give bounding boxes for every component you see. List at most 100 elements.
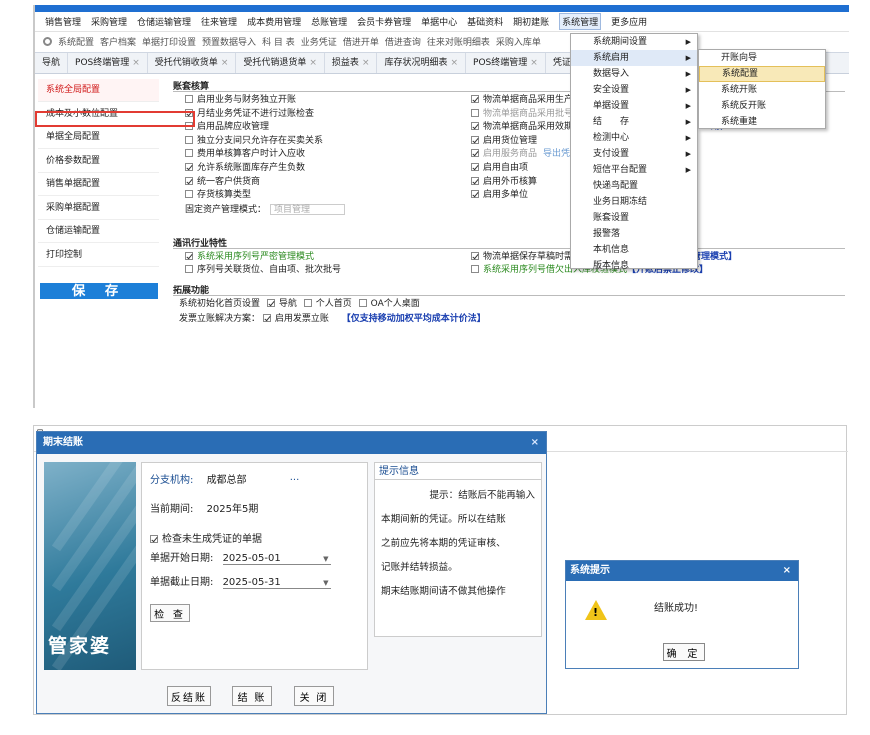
menu-11[interactable]: 更多应用 (611, 15, 647, 28)
menu-4[interactable]: 成本费用管理 (247, 15, 301, 28)
submenu-item[interactable]: 系统开账 (699, 82, 825, 98)
setting-checkbox[interactable] (185, 176, 193, 185)
menu-item[interactable]: 安全设置 ▶ (571, 82, 697, 98)
toolbar-item[interactable]: 系统配置 (58, 35, 94, 48)
setting-checkbox[interactable] (471, 190, 479, 199)
setting-checkbox[interactable] (471, 135, 479, 144)
chevron-down-icon[interactable]: ▼ (323, 579, 328, 587)
submenu-item[interactable]: 系统重建 (699, 114, 825, 130)
invoice-checkbox[interactable] (262, 314, 271, 322)
start-date-input[interactable]: 2025-05-01 ▼ (222, 553, 331, 565)
menu-item[interactable]: 短信平台配置 ▶ (571, 162, 697, 178)
tab-1[interactable]: POS终端管理 × (68, 53, 148, 73)
nav-item[interactable]: 销售单据配置 (38, 173, 159, 196)
check-unvouchered-checkbox[interactable] (150, 535, 158, 543)
menu-item[interactable]: 本机信息 (571, 242, 697, 258)
close-icon[interactable]: × (531, 432, 539, 454)
nav-item[interactable]: 采购单据配置 (38, 197, 159, 220)
tab-5[interactable]: 库存状况明细表 × (377, 53, 467, 73)
setting-checkbox[interactable] (185, 135, 193, 144)
toolbar-item[interactable]: 客户档案 (100, 35, 136, 48)
tab-2[interactable]: 受托代销收货单 × (148, 53, 237, 73)
submenu-item[interactable]: 系统配置 (699, 66, 825, 82)
menu-5[interactable]: 总账管理 (311, 15, 347, 28)
serial-strict-checkbox[interactable] (185, 252, 193, 260)
end-date-input[interactable]: 2025-05-31 ▼ (222, 577, 331, 589)
check-button[interactable]: 检 查 (150, 604, 190, 622)
menu-item[interactable]: 检测中心 ▶ (571, 130, 697, 146)
tab-4[interactable]: 损益表 × (325, 53, 378, 73)
serial-link-checkbox[interactable] (185, 265, 193, 273)
menu-3[interactable]: 往来管理 (201, 15, 237, 28)
menu-item[interactable]: 业务日期冻结 (571, 194, 697, 210)
nav-item[interactable]: 仓储运输配置 (38, 220, 159, 243)
menu-item[interactable]: 单据设置 ▶ (571, 98, 697, 114)
nav-item[interactable]: 单据全局配置 (38, 126, 159, 149)
setting-checkbox[interactable] (471, 122, 479, 131)
setting-checkbox[interactable] (185, 162, 193, 171)
exit-button[interactable]: 关 闭 (294, 686, 334, 706)
close-icon[interactable]: × (362, 58, 370, 68)
menu-item[interactable]: 账套设置 (571, 210, 697, 226)
nav-item[interactable]: 系统全局配置 (38, 79, 159, 102)
toolbar-item[interactable]: 科 目 表 (262, 35, 295, 48)
close-icon[interactable]: × (783, 561, 791, 581)
menu-1[interactable]: 采购管理 (91, 15, 127, 28)
menu-7[interactable]: 单据中心 (421, 15, 457, 28)
branch-more-button[interactable]: ··· (290, 475, 300, 486)
menu-item[interactable]: 支付设置 ▶ (571, 146, 697, 162)
menu-item[interactable]: 系统启用 ▶ (571, 50, 697, 66)
setting-checkbox[interactable] (471, 108, 479, 117)
toolbar-item[interactable]: 往来对账明细表 (427, 35, 490, 48)
tab-6[interactable]: POS终端管理 × (466, 53, 546, 73)
close-icon[interactable]: × (530, 58, 538, 68)
toolbar-item[interactable]: 单据打印设置 (142, 35, 196, 48)
setting-checkbox[interactable] (471, 162, 479, 171)
gear-icon[interactable] (43, 36, 52, 46)
nav-item[interactable]: 价格参数配置 (38, 150, 159, 173)
toolbar-item[interactable]: 预置数据导入 (202, 35, 256, 48)
setting-checkbox[interactable] (185, 190, 193, 199)
menu-10[interactable]: 系统管理 (559, 13, 602, 30)
setting-checkbox[interactable] (185, 95, 193, 103)
menu-9[interactable]: 期初建账 (513, 15, 549, 28)
close-period-button[interactable]: 结 账 (232, 686, 272, 706)
home-nav-checkbox[interactable] (266, 299, 275, 307)
chevron-down-icon[interactable]: ▼ (323, 555, 328, 563)
menu-item[interactable]: 快递鸟配置 (571, 178, 697, 194)
nav-item[interactable]: 打印控制 (38, 244, 159, 267)
menu-item[interactable]: 报警落 (571, 226, 697, 242)
menu-item[interactable]: 结 存 ▶ (571, 114, 697, 130)
close-icon[interactable]: × (221, 58, 229, 68)
toolbar-item[interactable]: 借进开单 (343, 35, 379, 48)
save-button[interactable]: 保 存 (40, 283, 158, 299)
submenu-item[interactable]: 开账向导 (699, 50, 825, 66)
menu-0[interactable]: 销售管理 (45, 15, 81, 28)
ok-button[interactable]: 确 定 (663, 643, 705, 661)
menu-8[interactable]: 基础资料 (467, 15, 503, 28)
unclose-button[interactable]: 反结账 (167, 686, 211, 706)
menu-item[interactable]: 数据导入 ▶ (571, 66, 697, 82)
setting-checkbox[interactable] (471, 149, 479, 158)
menu-2[interactable]: 仓储运输管理 (137, 15, 191, 28)
setting-checkbox[interactable] (471, 176, 479, 185)
toolbar-item[interactable]: 采购入库单 (496, 35, 541, 48)
export-link[interactable]: 导出凭 (543, 149, 570, 159)
home-personal-checkbox[interactable] (303, 299, 312, 307)
tab-0[interactable]: 导航 (35, 53, 69, 73)
setting-checkbox[interactable] (185, 149, 193, 158)
fixed-asset-combo[interactable]: 项目管理 (270, 204, 346, 215)
toolbar-item[interactable]: 业务凭证 (301, 35, 337, 48)
draft-save-checkbox[interactable] (471, 252, 479, 260)
home-oa-checkbox[interactable] (358, 299, 367, 307)
menu-6[interactable]: 会员卡券管理 (357, 15, 411, 28)
close-icon[interactable]: × (132, 58, 140, 68)
toolbar-item[interactable]: 借进查询 (385, 35, 421, 48)
serial-borrow-checkbox[interactable] (471, 265, 479, 273)
close-icon[interactable]: × (309, 58, 317, 68)
tab-3[interactable]: 受托代销退货单 × (236, 53, 325, 73)
setting-checkbox[interactable] (471, 95, 479, 103)
close-icon[interactable]: × (451, 58, 459, 68)
menu-item[interactable]: 版本信息 (571, 258, 697, 274)
submenu-item[interactable]: 系统反开账 (699, 98, 825, 114)
